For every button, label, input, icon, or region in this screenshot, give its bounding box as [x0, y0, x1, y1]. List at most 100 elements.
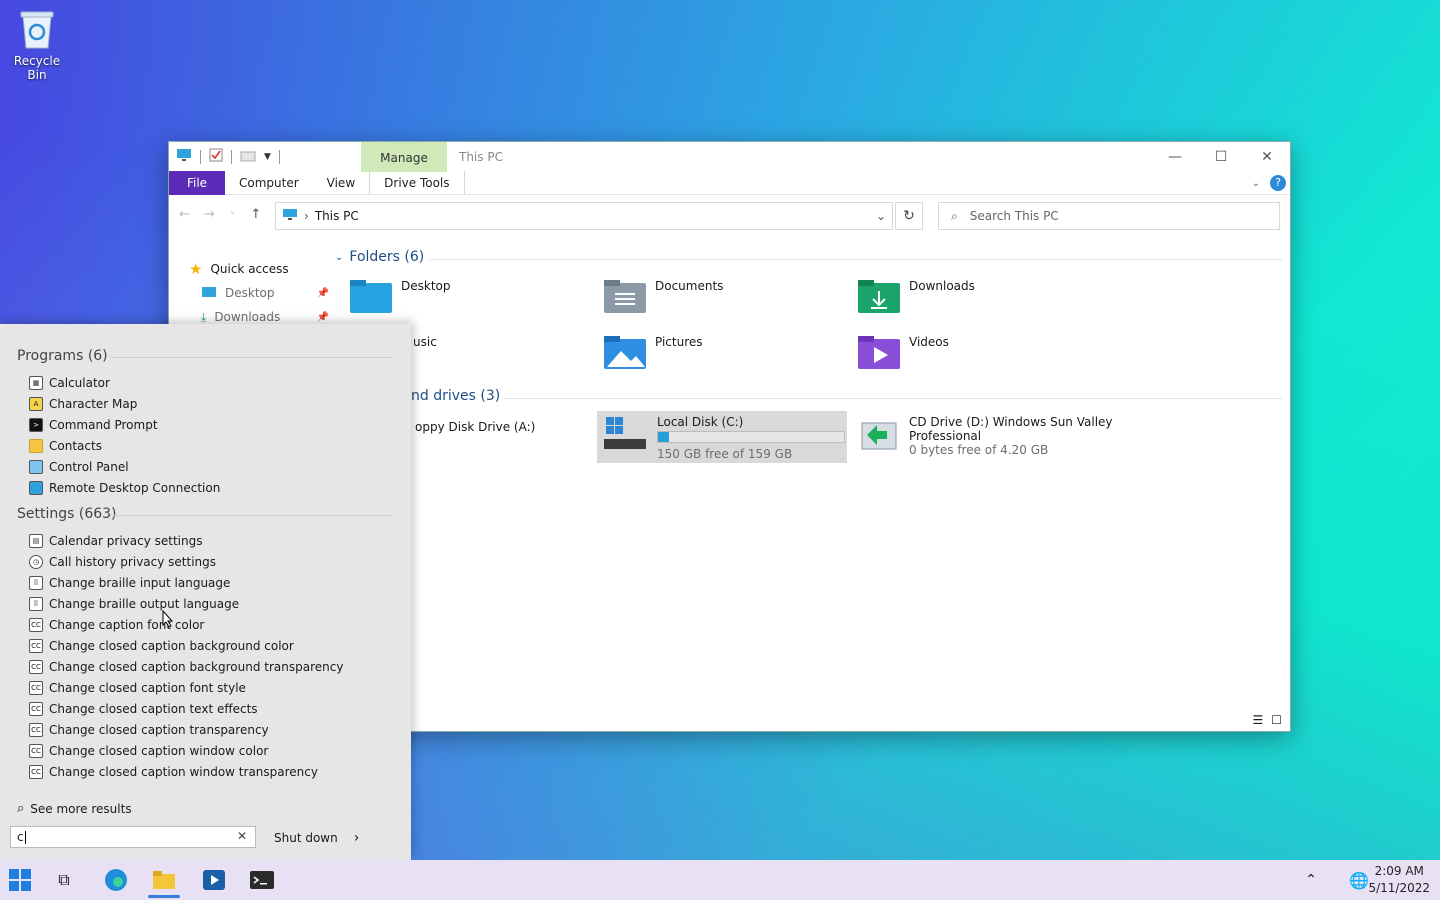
setting-result[interactable]: CC Change closed caption transparency [29, 719, 269, 740]
edge-browser-icon [105, 869, 127, 891]
setting-result[interactable]: ◷ Call history privacy settings [29, 551, 216, 572]
details-view-icon[interactable]: ☰ [1252, 713, 1263, 727]
back-arrow-icon[interactable]: ← [179, 207, 190, 222]
folder-desktop[interactable]: Desktop [349, 279, 451, 315]
program-label: Calculator [49, 375, 110, 390]
address-row: ← → ⌄ ↑ › This PC ⌄ ↻ ⌕ Search This PC [169, 195, 1290, 235]
forward-arrow-icon[interactable]: → [204, 207, 215, 222]
nav-quick-access[interactable]: ★ Quick access [189, 257, 329, 281]
start-button[interactable] [0, 860, 40, 900]
setting-label: Change closed caption text effects [49, 701, 258, 716]
file-explorer-button[interactable] [144, 860, 184, 900]
programs-header: Programs (6) [17, 348, 108, 364]
download-arrow-icon: ⤓ [201, 309, 207, 324]
globe-icon: 🌐 [1349, 870, 1369, 890]
drives-divider [505, 398, 1282, 399]
shutdown-button[interactable]: Shut down › [274, 830, 359, 846]
program-result[interactable]: Contacts [29, 435, 102, 456]
manage-tab[interactable]: Manage [361, 142, 447, 172]
recycle-bin-shortcut[interactable]: Recycle Bin [4, 8, 70, 82]
setting-result[interactable]: CC Change caption font color [29, 614, 204, 635]
setting-result[interactable]: CC Change closed caption window color [29, 740, 268, 761]
setting-result[interactable]: ▤ Calendar privacy settings [29, 530, 202, 551]
expand-ribbon-icon[interactable]: ⌄ [1252, 178, 1260, 189]
cd-drive-icon [859, 415, 899, 457]
maximize-button[interactable]: ☐ [1198, 142, 1244, 171]
folder-music-label: usic [413, 335, 437, 349]
setting-result[interactable]: ⠿ Change braille output language [29, 593, 239, 614]
address-dropdown-icon[interactable]: ⌄ [876, 209, 886, 223]
drive-floppy[interactable]: oppy Disk Drive (A:) [409, 416, 541, 438]
address-bar[interactable]: › This PC ⌄ [275, 202, 893, 230]
system-clock[interactable]: 2:09 AM 5/11/2022 [1368, 863, 1430, 897]
refresh-button[interactable]: ↻ [895, 202, 923, 230]
maximize-icon: ☐ [1214, 148, 1228, 165]
start-search-input[interactable]: c ✕ [10, 826, 256, 848]
new-folder-icon[interactable] [240, 149, 256, 165]
setting-result[interactable]: CC Change closed caption font style [29, 677, 246, 698]
drive-c[interactable]: Local Disk (C:) 150 GB free of 159 GB [597, 411, 847, 463]
edge-button[interactable] [96, 860, 136, 900]
folders-header-label: Folders (6) [349, 249, 425, 265]
folders-group-header[interactable]: ⌄ Folders (6) [335, 249, 424, 265]
properties-icon[interactable] [209, 148, 223, 165]
character-map-icon: A [29, 396, 43, 411]
chevron-down-icon[interactable]: ▼ [264, 152, 271, 162]
monitor-icon[interactable] [176, 148, 192, 165]
remote-desktop-icon [29, 480, 43, 495]
pin-icon[interactable]: 📌 [317, 288, 329, 299]
qat-divider [231, 149, 232, 164]
see-more-results-link[interactable]: ⌕ See more results [17, 801, 132, 816]
folder-pictures[interactable]: Pictures [603, 335, 703, 371]
clear-search-icon[interactable]: ✕ [237, 829, 247, 843]
nav-desktop[interactable]: Desktop 📌 [189, 281, 329, 305]
minimize-button[interactable]: — [1152, 142, 1198, 171]
program-result[interactable]: Control Panel [29, 456, 129, 477]
tab-file[interactable]: File [169, 170, 225, 195]
setting-result[interactable]: CC Change closed caption background color [29, 635, 294, 656]
clock-date: 5/11/2022 [1368, 881, 1430, 895]
program-result[interactable]: A Character Map [29, 393, 137, 414]
program-result[interactable]: > Command Prompt [29, 414, 158, 435]
setting-result[interactable]: CC Change closed caption text effects [29, 698, 258, 719]
setting-result[interactable]: CC Change closed caption background trans… [29, 656, 343, 677]
close-button[interactable]: ✕ [1244, 142, 1290, 171]
setting-label: Call history privacy settings [49, 554, 217, 569]
folder-documents[interactable]: Documents [603, 279, 723, 315]
search-box[interactable]: ⌕ Search This PC [938, 202, 1280, 230]
folder-downloads[interactable]: Downloads [857, 279, 975, 315]
drive-d-label-line1: CD Drive (D:) Windows Sun Valley [909, 415, 1113, 429]
help-icon[interactable]: ? [1270, 175, 1286, 191]
chevron-down-icon: ⌄ [335, 251, 344, 263]
calculator-icon: ▦ [29, 375, 43, 390]
drive-floppy-label: oppy Disk Drive (A:) [415, 420, 536, 434]
drive-d[interactable]: CD Drive (D:) Windows Sun Valley Profess… [853, 411, 1119, 461]
setting-result[interactable]: ⠿ Change braille input language [29, 572, 230, 593]
drives-group-header[interactable]: nd drives (3) [411, 388, 500, 404]
taskbar: ⧉ ⌃ 🌐 2:09 AM 5/11/2022 [0, 860, 1440, 900]
program-label: Control Panel [49, 459, 129, 474]
tab-drive-tools[interactable]: Drive Tools [369, 170, 465, 195]
media-player-button[interactable] [194, 860, 234, 900]
breadcrumb-this-pc[interactable]: This PC [315, 209, 359, 223]
closed-caption-icon: CC [29, 638, 43, 653]
tab-computer[interactable]: Computer [225, 171, 313, 195]
recent-locations-icon[interactable]: ⌄ [229, 207, 237, 222]
closed-caption-icon: CC [29, 659, 43, 674]
large-icons-view-icon[interactable]: ☐ [1271, 713, 1282, 727]
tab-view[interactable]: View [313, 171, 369, 195]
setting-result[interactable]: CC Change closed caption window transpare… [29, 761, 318, 782]
program-result[interactable]: ▦ Calculator [29, 372, 110, 393]
braille-icon: ⠿ [29, 575, 43, 590]
program-result[interactable]: Remote Desktop Connection [29, 477, 220, 498]
chevron-right-icon[interactable]: › [354, 830, 360, 846]
up-arrow-icon[interactable]: ↑ [250, 207, 261, 222]
folder-music[interactable]: usic [413, 335, 437, 349]
closed-caption-icon: CC [29, 617, 43, 632]
closed-caption-icon: CC [29, 701, 43, 716]
folder-videos[interactable]: Videos [857, 335, 949, 371]
task-view-button[interactable]: ⧉ [44, 860, 84, 900]
terminal-button[interactable] [242, 860, 282, 900]
pin-icon[interactable]: 📌 [317, 312, 329, 323]
show-hidden-icons-button[interactable]: ⌃ [1291, 860, 1331, 900]
